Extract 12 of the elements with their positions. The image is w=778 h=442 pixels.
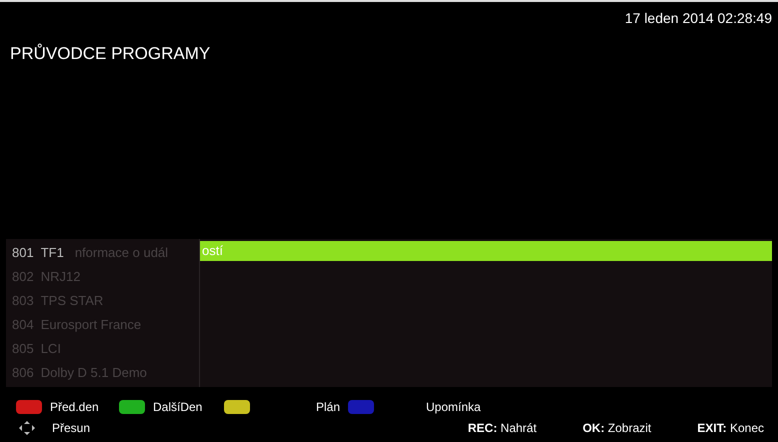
legend-label: Upomínka [426, 399, 481, 416]
legend-label: Plán [316, 399, 340, 416]
key-hint: REC: Nahrát [468, 420, 537, 437]
key-hint: EXIT: Konec [697, 420, 764, 437]
legend-label: Před.den [50, 399, 99, 416]
key-hint: OK: Zobrazit [582, 420, 652, 437]
date-time: 17 leden 2014 02:28:49 [624, 9, 772, 28]
screen-title: PRŮVODCE PROGRAMY [10, 44, 210, 63]
move-label: Přesun [52, 420, 90, 437]
navigation-arrows-icon [18, 420, 36, 436]
legend-label: DalšíDen [153, 399, 202, 416]
event-bar[interactable]: ostí [200, 241, 772, 261]
